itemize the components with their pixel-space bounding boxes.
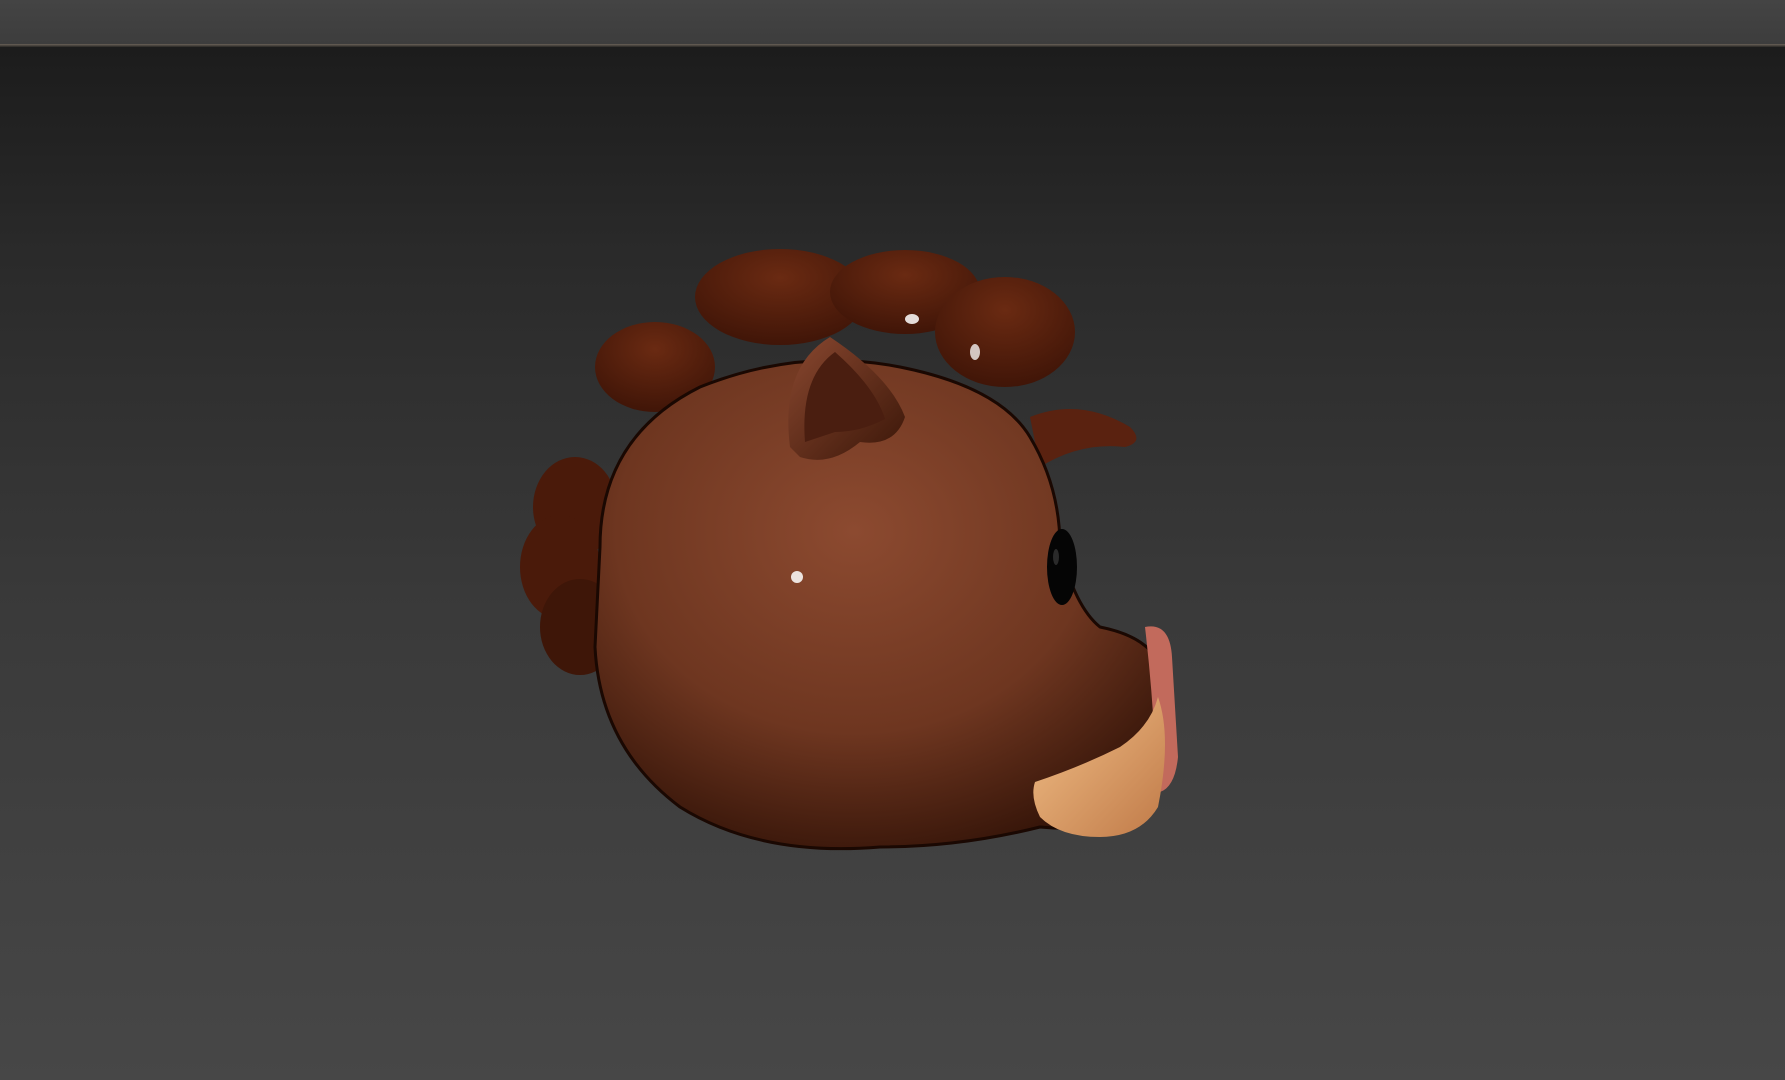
3d-viewport[interactable] xyxy=(0,47,1785,1080)
boar-head-model[interactable] xyxy=(0,47,1785,1080)
eye xyxy=(1047,529,1077,605)
top-toolbar-bar xyxy=(0,0,1785,44)
eye-highlight xyxy=(1053,549,1059,565)
